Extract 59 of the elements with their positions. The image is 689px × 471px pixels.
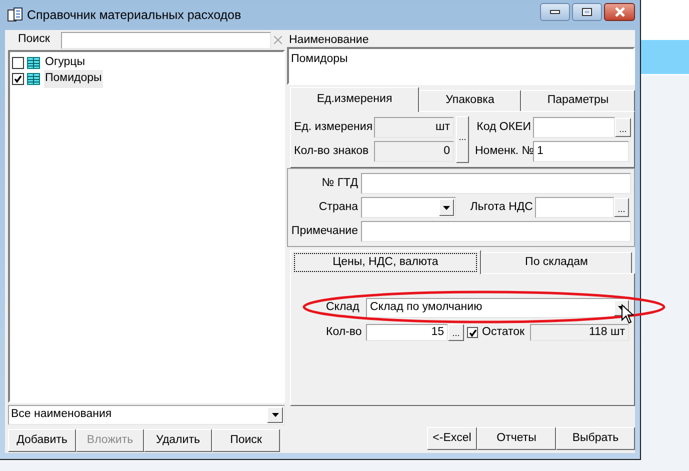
- tab[interactable]: Ед.измерения: [290, 87, 419, 112]
- field-label: Наименование: [288, 33, 370, 47]
- toolbar-button[interactable]: Добавить: [8, 429, 76, 452]
- okei-field[interactable]: [533, 117, 615, 138]
- field-label: Остаток: [482, 325, 526, 340]
- field-label: № ГТД: [320, 176, 359, 191]
- search-label: Поиск: [17, 32, 51, 48]
- caret-icon[interactable]: [439, 199, 454, 216]
- ellipsis-button[interactable]: ...: [456, 116, 469, 163]
- vat-field[interactable]: [535, 197, 614, 218]
- table-icon: [27, 73, 40, 85]
- tab[interactable]: Упаковка: [419, 90, 521, 111]
- action-button[interactable]: Отчеты: [477, 427, 556, 450]
- ellipsis-button[interactable]: ...: [614, 198, 629, 217]
- digits-field[interactable]: 0: [374, 141, 454, 162]
- minimize-icon: [550, 10, 560, 14]
- action-button[interactable]: <-Excel: [427, 427, 477, 450]
- book-icon: [7, 7, 23, 23]
- filter-dropdown[interactable]: Все наименования: [8, 405, 285, 425]
- field-label: Льгота НДС: [469, 200, 534, 215]
- table-icon: [27, 57, 40, 69]
- ellipsis-button[interactable]: ...: [448, 324, 464, 342]
- tree-item[interactable]: Помидоры: [44, 70, 103, 88]
- close-icon: [614, 7, 626, 17]
- note-field[interactable]: [361, 221, 631, 242]
- action-button[interactable]: Выбрать: [556, 427, 635, 450]
- field-label: Примечание: [290, 224, 359, 239]
- field-label: Ед. измерения: [294, 120, 374, 135]
- maximize-button[interactable]: [572, 3, 602, 21]
- close-button[interactable]: [604, 3, 635, 21]
- checkbox[interactable]: [12, 73, 24, 85]
- tree-item[interactable]: Огурцы: [44, 54, 86, 72]
- field-label: Склад: [326, 300, 360, 316]
- field-label: Код ОКЕИ: [476, 120, 532, 135]
- desktop-band: [641, 40, 689, 74]
- search-field[interactable]: [60, 32, 272, 48]
- tree-list[interactable]: Огурцы Помидоры: [8, 50, 285, 403]
- tab[interactable]: Цены, НДС, валюта: [290, 250, 481, 274]
- unit-field[interactable]: шт: [374, 117, 454, 138]
- checkbox[interactable]: [467, 327, 478, 338]
- field-label: Кол-во: [326, 325, 363, 340]
- quantity-field[interactable]: 15: [366, 324, 448, 342]
- field-label: Страна: [318, 200, 359, 215]
- toolbar-button[interactable]: Удалить: [144, 429, 212, 452]
- toolbar-button[interactable]: Поиск: [212, 429, 280, 452]
- remainder-field[interactable]: 118 шт: [530, 324, 629, 342]
- nomenclature-field[interactable]: 1: [533, 141, 629, 162]
- caret-icon[interactable]: [267, 407, 283, 423]
- country-dropdown[interactable]: [361, 197, 456, 218]
- tab[interactable]: По складам: [481, 252, 632, 273]
- name-field[interactable]: Помидоры: [287, 47, 635, 85]
- checkbox[interactable]: [12, 57, 24, 69]
- gtd-field[interactable]: [361, 173, 631, 194]
- tab[interactable]: Параметры: [521, 90, 635, 111]
- minimize-button[interactable]: [540, 3, 570, 21]
- ellipsis-button[interactable]: ...: [615, 118, 631, 137]
- maximize-icon: [582, 8, 592, 16]
- field-label: Кол-во знаков: [294, 144, 370, 159]
- window-title: Справочник материальных расходов: [27, 6, 242, 24]
